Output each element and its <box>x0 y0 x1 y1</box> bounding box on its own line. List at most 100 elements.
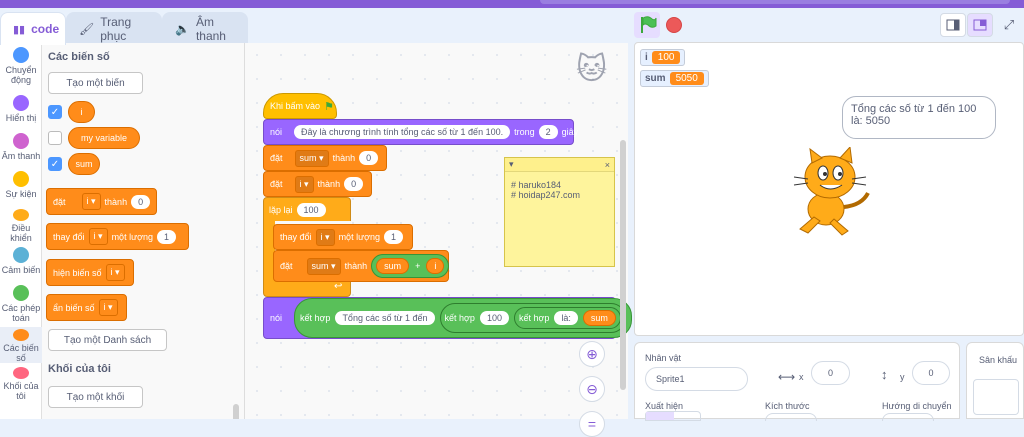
stage-thumbnail[interactable] <box>973 379 1019 415</box>
comment-text[interactable]: # haruko184 # hoidap247.com <box>505 172 614 208</box>
y-label: y <box>900 372 905 382</box>
set-i-block[interactable]: đặt i ▾ thành 0 <box>263 171 372 197</box>
stage-panel-label: Sân khấu <box>979 355 1018 365</box>
workspace-scroll-thumb[interactable] <box>620 140 626 390</box>
stop-button[interactable] <box>666 17 682 33</box>
zoom-out-icon[interactable]: ⊖ <box>579 376 605 402</box>
make-list-button[interactable]: Tạo một Danh sách <box>48 329 167 351</box>
monitor-sum[interactable]: sum 5050 <box>640 70 709 87</box>
y-input[interactable]: 0 <box>912 361 950 385</box>
stage-panel[interactable]: Sân khấu <box>966 342 1024 419</box>
small-stage-button[interactable] <box>940 13 966 37</box>
category-menu: Chuyển động Hiển thị Âm thanh Sự kiện Đi… <box>0 43 42 419</box>
zoom-reset-icon[interactable]: = <box>579 411 605 437</box>
palette-scroll-thumb[interactable] <box>233 404 239 419</box>
say-block[interactable]: nói kết hợp Tổng các số từ 1 đến kết hợp… <box>263 297 632 339</box>
green-flag-icon: ⚑ <box>324 100 334 113</box>
motion-dot-icon <box>13 47 29 63</box>
var-i-reporter[interactable]: i <box>68 101 95 123</box>
variables-title: Các biến số <box>48 51 110 63</box>
var-myvariable-checkbox[interactable] <box>48 131 62 145</box>
myblocks-title: Khối của tôi <box>48 363 111 375</box>
tab-code-label: code <box>31 22 60 36</box>
green-flag-icon <box>641 16 657 33</box>
speech-bubble: Tổng các số từ 1 đến 100 là: 5050 <box>842 96 996 139</box>
show-toggle[interactable] <box>645 411 701 421</box>
make-variable-button[interactable]: Tạo một biến <box>48 72 143 94</box>
myblocks-dot-icon <box>13 367 29 379</box>
fullscreen-button[interactable]: ⤢ <box>996 13 1022 37</box>
category-sensing[interactable]: Cảm biến <box>0 247 42 281</box>
var-sum-reporter[interactable]: sum <box>68 153 100 175</box>
comment-header: ▾ × <box>505 158 614 172</box>
sprite-thumbnail-icon: 🐱 <box>576 53 608 86</box>
repeat-header: lặp lại 100 <box>263 197 332 223</box>
normal-stage-icon <box>973 19 987 31</box>
set-variable-block[interactable]: đặt i ▾ thành 0 <box>46 188 157 215</box>
sprite-info-panel: Nhân vật Sprite1 ⟷ x 0 ↕ y 0 Xuất hiện K… <box>634 342 960 421</box>
collapse-icon[interactable]: ▾ <box>509 159 514 170</box>
set-sum-block[interactable]: đặt sum ▾ thành 0 <box>263 145 387 171</box>
join-block-2[interactable]: kết hợp 100 kết hợp là: sum <box>439 303 626 333</box>
fullscreen-icon: ⤢ <box>1003 17 1015 32</box>
sprite-name-input[interactable]: Sprite1 <box>645 367 748 391</box>
set-sum-plus-i-block[interactable]: đặt sum ▾ thành sum + i <box>273 250 450 282</box>
join-block-1[interactable]: kết hợp Tổng các số từ 1 đến kết hợp 100… <box>294 298 632 338</box>
add-operator-block[interactable]: sum + i <box>371 254 450 278</box>
category-myblocks[interactable]: Khối của tôi <box>0 367 42 401</box>
small-stage-icon <box>946 19 960 31</box>
sound-dot-icon <box>13 133 29 149</box>
x-input[interactable]: 0 <box>811 361 850 385</box>
menu-bar-highlight <box>540 0 1010 4</box>
when-flag-clicked-block[interactable]: Khi bấm vào ⚑ <box>263 93 337 119</box>
tab-code[interactable]: ▮▮ code <box>0 12 66 45</box>
comment-note[interactable]: ▾ × # haruko184 # hoidap247.com <box>504 157 615 267</box>
say-for-secs-block[interactable]: nói Đây là chương trình tính tổng các số… <box>263 119 578 145</box>
size-label: Kích thước <box>765 401 810 411</box>
monitor-i[interactable]: i 100 <box>640 49 686 66</box>
show-label: Xuất hiện <box>645 401 684 411</box>
green-flag-button[interactable] <box>634 12 660 38</box>
show-variable-block[interactable]: hiện biến số i ▾ <box>46 259 134 286</box>
speaker-icon: 🔈 <box>175 21 190 36</box>
hide-variable-block[interactable]: ẩn biến số i ▾ <box>46 294 127 321</box>
sprite-label: Nhân vật <box>645 353 682 363</box>
sensing-dot-icon <box>13 247 29 263</box>
x-label: x <box>799 372 804 382</box>
direction-label: Hướng di chuyển <box>882 401 952 411</box>
code-icon: ▮▮ <box>13 23 26 36</box>
operators-dot-icon <box>13 285 29 301</box>
tab-sounds[interactable]: 🔈 Âm thanh <box>162 12 248 44</box>
var-sum-checkbox[interactable]: ✓ <box>48 157 62 171</box>
palette-scrollbar[interactable] <box>232 48 240 419</box>
size-input[interactable] <box>765 413 817 421</box>
tab-costumes[interactable]: 🖌 Trang phục <box>66 12 162 44</box>
join-block-3[interactable]: kết hợp là: sum <box>513 307 621 329</box>
normal-stage-button[interactable] <box>967 13 993 37</box>
events-dot-icon <box>13 171 29 187</box>
category-operators[interactable]: Các phép toán <box>0 285 42 325</box>
y-arrows-icon: ↕ <box>881 367 888 382</box>
repeat-arrow-icon: ↩ <box>334 281 343 292</box>
category-sound[interactable]: Âm thanh <box>0 133 42 167</box>
change-variable-block[interactable]: thay đổi i ▾ một lượng 1 <box>46 223 189 250</box>
brush-icon: 🖌 <box>79 21 95 36</box>
category-control[interactable]: Điều khiển <box>0 209 42 243</box>
workspace-scrollbar[interactable] <box>620 140 627 390</box>
direction-input[interactable] <box>882 413 934 421</box>
var-i-checkbox[interactable]: ✓ <box>48 105 62 119</box>
control-dot-icon <box>13 209 29 221</box>
category-looks[interactable]: Hiển thị <box>0 95 42 129</box>
stage[interactable]: i 100 sum 5050 <box>634 42 1024 336</box>
category-variables[interactable]: Các biến số <box>0 327 42 363</box>
block-palette: Các biến số Tạo một biến ✓ i my variable… <box>42 43 245 419</box>
make-block-button[interactable]: Tạo một khối <box>48 386 143 408</box>
var-myvariable-reporter[interactable]: my variable <box>68 127 140 149</box>
category-events[interactable]: Sự kiện <box>0 171 42 205</box>
change-i-block[interactable]: thay đổi i ▾ một lượng 1 <box>273 224 413 250</box>
close-icon[interactable]: × <box>605 160 610 170</box>
cat-sprite[interactable] <box>790 147 872 239</box>
zoom-in-icon[interactable]: ⊕ <box>579 341 605 367</box>
x-arrows-icon: ⟷ <box>778 370 796 384</box>
category-motion[interactable]: Chuyển động <box>0 47 42 91</box>
